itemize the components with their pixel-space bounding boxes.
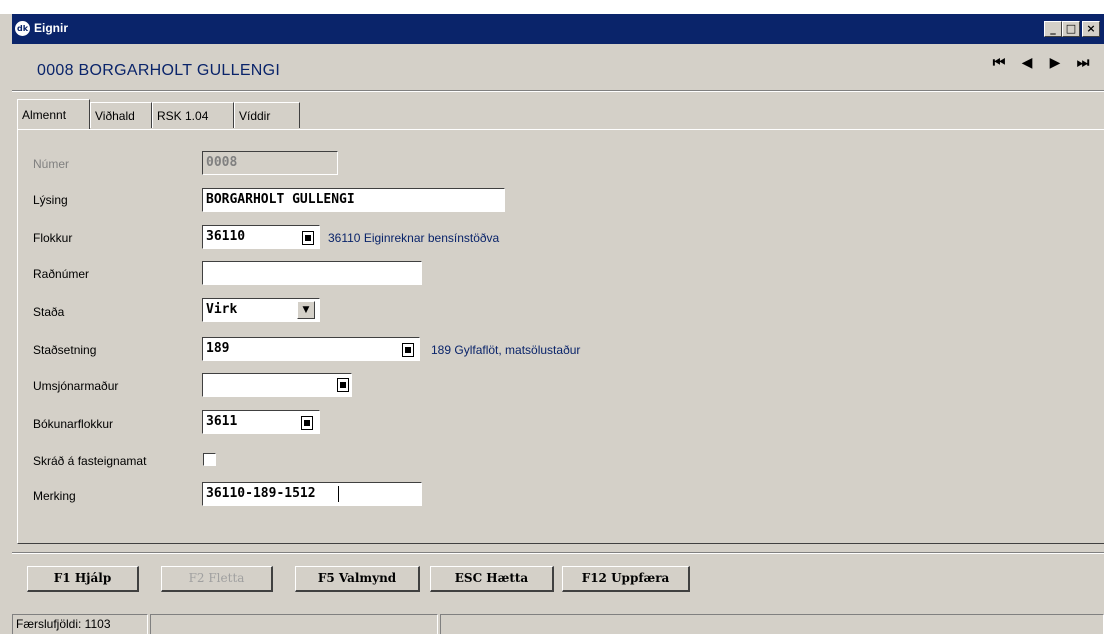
record-title: 0008 BORGARHOLT GULLENGI — [37, 62, 281, 79]
previous-record-icon[interactable]: ◀ — [1018, 54, 1036, 72]
tab-rsk[interactable]: RSK 1.04 — [152, 102, 234, 128]
umsjonarmadur-lookup-icon[interactable] — [337, 378, 349, 392]
text-caret — [338, 486, 339, 502]
numer-label: Númer — [33, 157, 70, 171]
radnumer-label: Raðnúmer — [33, 267, 90, 281]
app-icon: dk — [15, 21, 30, 36]
numer-field: 0008 — [202, 151, 338, 175]
flokkur-description: 36110 Eiginreknar bensínstöðva — [328, 231, 500, 245]
radnumer-field[interactable] — [202, 261, 422, 285]
next-record-icon[interactable]: ▶ — [1046, 54, 1064, 72]
status-panel-3 — [440, 614, 1104, 634]
maximize-button[interactable]: □ — [1062, 21, 1080, 37]
header-separator — [12, 90, 1104, 92]
merking-label: Merking — [33, 489, 76, 503]
status-panel-2 — [150, 614, 438, 634]
umsjonarmadur-label: Umsjónarmaður — [33, 379, 119, 393]
stadsetning-field[interactable]: 189 — [202, 337, 420, 361]
stadsetning-description: 189 Gylfaflöt, matsölustaður — [431, 343, 581, 357]
first-record-icon[interactable]: ⏮ — [990, 54, 1008, 72]
stada-label: Staða — [33, 305, 65, 319]
skrad-checkbox[interactable] — [203, 453, 216, 466]
flokkur-lookup-icon[interactable] — [302, 231, 314, 245]
bokunarflokkur-lookup-icon[interactable] — [301, 416, 313, 430]
window-title: Eignir — [34, 21, 69, 35]
skrad-label: Skráð á fasteignamat — [33, 454, 147, 468]
top-strip — [0, 0, 1104, 14]
chevron-down-icon[interactable]: ▼ — [297, 301, 315, 319]
tab-vidhald[interactable]: Viðhald — [90, 102, 152, 128]
menu-button[interactable]: F5 Valmynd — [295, 566, 420, 592]
stadsetning-label: Staðsetning — [33, 343, 97, 357]
bokunarflokkur-label: Bókunarflokkur — [33, 417, 114, 431]
lysing-field[interactable]: BORGARHOLT GULLENGI — [202, 188, 505, 212]
browse-button[interactable]: F2 Fletta — [161, 566, 273, 592]
tab-almennt[interactable]: Almennt — [17, 99, 90, 129]
title-bar: dk Eignir _ □ × — [12, 14, 1104, 44]
help-button[interactable]: F1 Hjálp — [27, 566, 139, 592]
tab-panel — [17, 129, 1104, 544]
minimize-button[interactable]: _ — [1044, 21, 1062, 37]
lysing-label: Lýsing — [33, 193, 68, 207]
stadsetning-lookup-icon[interactable] — [402, 343, 414, 357]
update-button[interactable]: F12 Uppfæra — [562, 566, 690, 592]
flokkur-label: Flokkur — [33, 231, 73, 245]
umsjonarmadur-field[interactable] — [202, 373, 352, 397]
cancel-button[interactable]: ESC Hætta — [430, 566, 554, 592]
tab-viddir[interactable]: Víddir — [234, 102, 300, 128]
last-record-icon[interactable]: ⏭ — [1074, 54, 1092, 72]
merking-field[interactable]: 36110-189-1512 — [202, 482, 422, 506]
button-bar-separator — [12, 552, 1104, 554]
status-record-count: Færslufjöldi: 1103 — [12, 614, 148, 634]
close-button[interactable]: × — [1082, 21, 1100, 37]
